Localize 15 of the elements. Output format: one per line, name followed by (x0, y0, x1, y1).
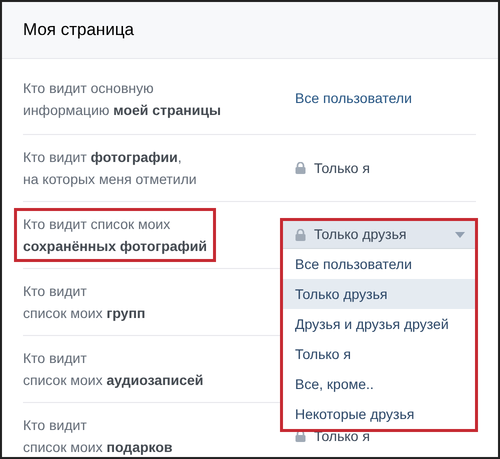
lock-icon (295, 162, 306, 174)
privacy-dropdown[interactable]: Только друзья (283, 221, 475, 249)
setting-label: Кто видит список моих подарков (23, 416, 174, 457)
lock-icon (295, 430, 306, 442)
setting-label: Кто видит список моих групп (23, 282, 146, 323)
setting-label: Кто видит список моих аудиозаписей (23, 349, 204, 390)
caret-icon (455, 232, 465, 238)
privacy-value[interactable]: Все пользователи (295, 88, 412, 109)
dropdown-option[interactable]: Только друзья (283, 279, 475, 309)
lock-icon (295, 228, 306, 240)
setting-label: Кто видит список моих сохранённых фотографий (14, 208, 216, 262)
page-title: Моя страница (23, 19, 134, 42)
setting-label: Кто видит основную информацию моей страницы (23, 78, 222, 120)
setting-label: Кто видит фотографии, на которых меня отметили (23, 148, 198, 189)
privacy-value[interactable]: Только я (314, 158, 370, 178)
